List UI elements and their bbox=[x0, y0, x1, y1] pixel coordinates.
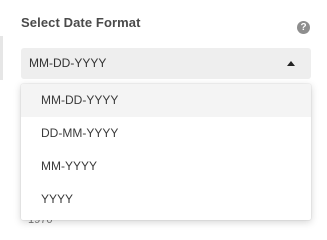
option-mm-yyyy[interactable]: MM-YYYY bbox=[21, 150, 311, 183]
option-mm-dd-yyyy[interactable]: MM-DD-YYYY bbox=[21, 84, 311, 117]
option-dd-mm-yyyy[interactable]: DD-MM-YYYY bbox=[21, 117, 311, 150]
question-circle-icon[interactable]: ? bbox=[297, 21, 310, 34]
caret-up-icon bbox=[287, 61, 295, 66]
date-format-dropdown: MM-DD-YYYY DD-MM-YYYY MM-YYYY YYYY bbox=[21, 84, 311, 220]
date-format-panel: Select Date Format ? MM-DD-YYYY 1970 MM-… bbox=[0, 0, 327, 240]
date-format-select[interactable]: MM-DD-YYYY bbox=[21, 48, 311, 79]
field-title: Select Date Format bbox=[21, 15, 141, 30]
option-yyyy[interactable]: YYYY bbox=[21, 183, 311, 216]
select-value: MM-DD-YYYY bbox=[29, 56, 107, 70]
left-panel-edge bbox=[0, 36, 3, 80]
